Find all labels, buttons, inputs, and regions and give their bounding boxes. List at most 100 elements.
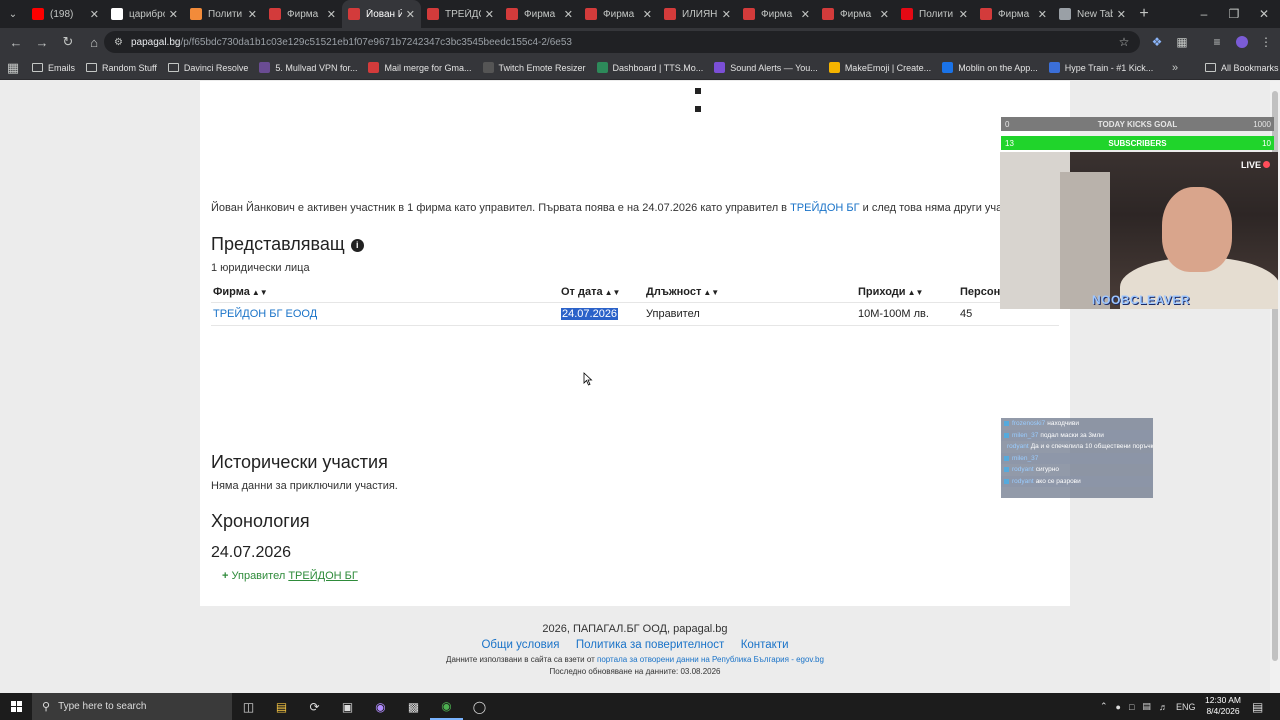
taskbar-search[interactable]: ⚲ Type here to search <box>32 693 232 720</box>
bookmark-item[interactable]: Davinci Resolve <box>167 62 248 73</box>
tab-search-chevron-icon[interactable]: ⌄ <box>0 0 26 28</box>
media-icon[interactable]: ≡ <box>1205 30 1229 54</box>
bookmark-item[interactable]: 5. Mullvad VPN for... <box>259 62 357 73</box>
start-button[interactable] <box>0 693 32 720</box>
profile-avatar[interactable] <box>1230 30 1254 54</box>
terms-link[interactable]: Общи условия <box>481 639 559 651</box>
chronology-company-link[interactable]: ТРЕЙДОН БГ <box>288 570 357 582</box>
minimize-icon[interactable]: – <box>1188 0 1220 28</box>
intro-company-link[interactable]: ТРЕЙДОН БГ <box>790 202 859 214</box>
bookmark-item[interactable]: Mail merge for Gma... <box>368 62 472 73</box>
col-header-position[interactable]: Длъжност ▲▼ <box>646 286 719 298</box>
obs-icon[interactable]: ◯ <box>463 693 496 720</box>
subscribers-goal-bar: 13 SUBSCRIBERS 10 <box>1001 136 1274 150</box>
tab-label: Фирма <box>524 8 556 20</box>
papagal-icon <box>269 8 281 20</box>
tab-close-icon[interactable]: ✕ <box>722 8 731 21</box>
extension-icon[interactable]: ❖ <box>1145 30 1169 54</box>
bookmark-item[interactable]: MakeEmoji | Create... <box>828 62 931 73</box>
tab-close-icon[interactable]: ✕ <box>643 8 652 21</box>
apps-grid-icon[interactable]: ▦ <box>6 56 20 80</box>
tab-close-icon[interactable]: ✕ <box>406 8 415 21</box>
close-window-icon[interactable]: ✕ <box>1248 0 1280 28</box>
col-header-revenue[interactable]: Приходи ▲▼ <box>858 286 923 298</box>
extensions-puzzle-icon[interactable]: ▦ <box>1170 30 1194 54</box>
sort-icon: ▲▼ <box>251 288 268 297</box>
company-link[interactable]: ТРЕЙДОН БГ ЕООД <box>213 308 317 320</box>
restore-icon[interactable]: ❐ <box>1218 0 1250 28</box>
taskbar-clock[interactable]: 12:30 AM 8/4/2026 <box>1200 695 1246 717</box>
privacy-link[interactable]: Политика за поверителност <box>576 639 724 651</box>
browser-tab[interactable]: ИЛИЯН ✕ <box>658 0 737 28</box>
browser-tab[interactable]: царибро ✕ <box>105 0 184 28</box>
discord-icon[interactable]: ◉ <box>364 693 397 720</box>
browser-tab[interactable]: Полити ✕ <box>895 0 974 28</box>
language-indicator[interactable]: ENG <box>1176 702 1196 712</box>
address-bar[interactable]: ⚙ papagal.bg/p/f65bdc730da1b1c03e129c515… <box>104 31 1140 53</box>
app-icon[interactable]: ⟳ <box>298 693 331 720</box>
tab-close-icon[interactable]: ✕ <box>90 8 99 21</box>
tab-close-icon[interactable]: ✕ <box>169 8 178 21</box>
tab-close-icon[interactable]: ✕ <box>880 8 889 21</box>
bookmark-item[interactable]: Emails <box>32 62 75 73</box>
volume-icon[interactable]: ♬ <box>1159 702 1168 712</box>
site-info-icon[interactable]: ⚙ <box>114 37 123 48</box>
browser-tab[interactable]: Фирма ✕ <box>737 0 816 28</box>
tab-close-icon[interactable]: ✕ <box>248 8 257 21</box>
browser-tab[interactable]: Фирма ✕ <box>816 0 895 28</box>
browser-tab[interactable]: ТРЕЙДО ✕ <box>421 0 500 28</box>
info-icon[interactable]: i <box>350 239 364 252</box>
tab-label: Фирма <box>287 8 319 20</box>
browser-tab[interactable]: New Tab ✕ <box>1053 0 1132 28</box>
tab-close-icon[interactable]: ✕ <box>801 8 810 21</box>
col-header-staff[interactable]: Персон <box>960 286 1000 298</box>
browser-tab[interactable]: Фирма ✕ <box>263 0 342 28</box>
tray-icon[interactable]: □ <box>1129 702 1134 712</box>
col-header-from-date[interactable]: От дата ▲▼ <box>561 286 620 298</box>
bookmark-item[interactable]: Dashboard | TTS.Mo... <box>596 62 703 73</box>
file-explorer-icon[interactable]: ▤ <box>265 693 298 720</box>
tab-label: ТРЕЙДО <box>445 8 481 20</box>
menu-kebab-icon[interactable]: ⋮ <box>1254 30 1278 54</box>
chat-badge-icon <box>1004 432 1009 438</box>
chat-text: ако се разрови <box>1035 477 1081 485</box>
network-icon[interactable]: ▤ <box>1142 701 1151 712</box>
all-bookmarks[interactable]: All Bookmarks <box>1205 63 1279 73</box>
bookmark-star-icon[interactable]: ☆ <box>1112 30 1136 54</box>
tab-close-icon[interactable]: ✕ <box>1117 8 1126 21</box>
new-tab-button[interactable]: + <box>1132 0 1156 28</box>
app-icon[interactable]: ▩ <box>397 693 430 720</box>
tab-close-icon[interactable]: ✕ <box>485 8 494 21</box>
bookmark-item[interactable]: Twitch Emote Resizer <box>482 62 586 73</box>
reload-icon[interactable]: ↻ <box>56 30 80 54</box>
chrome-icon[interactable]: ◉ <box>430 693 463 720</box>
egov-link[interactable]: портала за отворени данни на Република Б… <box>597 655 824 664</box>
tab-close-icon[interactable]: ✕ <box>564 8 573 21</box>
browser-tab[interactable]: (198) ✕ <box>26 0 105 28</box>
browser-tab[interactable]: Фирма ✕ <box>579 0 658 28</box>
tab-close-icon[interactable]: ✕ <box>1038 8 1047 21</box>
browser-tab[interactable]: Фирма ✕ <box>500 0 579 28</box>
notifications-icon[interactable]: ▤ <box>1252 693 1263 720</box>
representative-count: 1 юридически лица <box>211 262 310 274</box>
back-icon[interactable]: ← <box>4 30 28 54</box>
browser-tab[interactable]: Полити ✕ <box>184 0 263 28</box>
task-view-icon[interactable]: ◫ <box>232 693 265 720</box>
bookmark-item[interactable]: Moblin on the App... <box>942 62 1038 73</box>
bookmarks-overflow-icon[interactable]: » <box>1172 62 1178 74</box>
bookmark-item[interactable]: Random Stuff <box>86 62 157 73</box>
bookmark-item[interactable]: Sound Alerts — You... <box>714 62 818 73</box>
app-icon[interactable]: ▣ <box>331 693 364 720</box>
tray-chevron-icon[interactable]: ⌃ <box>1100 701 1108 712</box>
microphone-icon[interactable]: ● <box>1116 702 1121 712</box>
contacts-link[interactable]: Контакти <box>741 639 789 651</box>
browser-tab[interactable]: Йован Й ✕ <box>342 0 421 28</box>
forward-icon[interactable]: → <box>30 30 54 54</box>
tab-close-icon[interactable]: ✕ <box>959 8 968 21</box>
from-date-cell: 24.07.2026 <box>561 308 619 320</box>
tab-close-icon[interactable]: ✕ <box>327 8 336 21</box>
browser-tab[interactable]: Фирма ✕ <box>974 0 1053 28</box>
col-header-company[interactable]: Фирма ▲▼ <box>213 286 268 298</box>
home-icon[interactable]: ⌂ <box>82 30 106 54</box>
bookmark-item[interactable]: Hype Train - #1 Kick... <box>1048 62 1153 73</box>
